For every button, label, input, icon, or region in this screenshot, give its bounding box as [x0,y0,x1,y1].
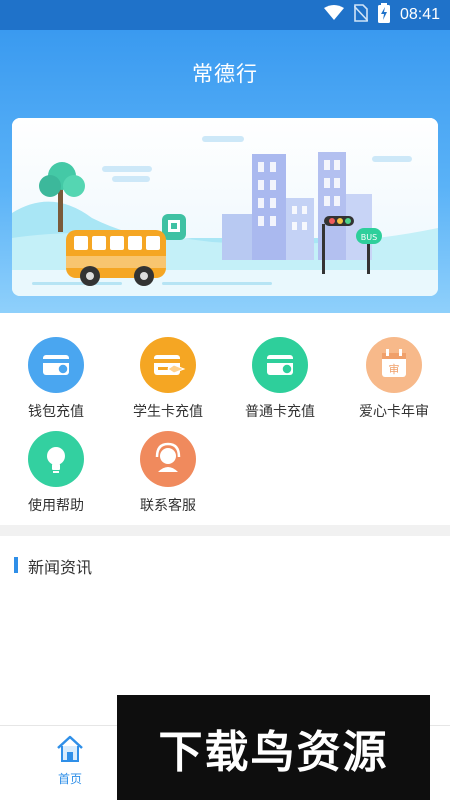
header: 常德行 BUS [0,30,450,313]
page-title: 常德行 [192,62,258,86]
bus-stop-sign: BUS [361,233,377,242]
normal-card-recharge-button[interactable]: 普通卡充值 [224,337,336,421]
student-card-icon [140,337,196,393]
wallet-recharge-button[interactable]: 钱包充值 [0,337,112,421]
status-time: 08:41 [399,6,440,23]
normal-card-icon [252,337,308,393]
city-bus-banner[interactable]: BUS [12,118,438,296]
section-divider [0,525,450,536]
status-bar: 08:41 [0,0,450,30]
student-card-recharge-button[interactable]: 学生卡充值 [112,337,224,421]
watermark-overlay: 下载鸟资源 [117,695,430,800]
menu-label: 钱包充值 [28,404,84,420]
customer-service-button[interactable]: 联系客服 [112,431,224,515]
wallet-card-icon [28,337,84,393]
news-title: 新闻资讯 [28,558,93,577]
audit-badge-text: 审 [389,362,400,376]
no-sim-icon [353,4,369,26]
tab-home[interactable]: 首页 [30,734,110,787]
menu-label: 联系客服 [140,498,196,514]
quick-menu: 钱包充值 学生卡充值 普通卡充值 审 爱心卡年审 使用帮助 联系客服 [0,313,450,525]
menu-label: 爱心卡年审 [359,404,429,420]
calendar-audit-icon: 审 [366,337,422,393]
menu-label: 使用帮助 [28,498,84,514]
battery-charging-icon [377,3,390,27]
news-accent-bar [14,557,18,573]
menu-label: 普通卡充值 [245,404,315,420]
home-icon [54,735,86,768]
tab-home-label: 首页 [57,772,82,786]
menu-label: 学生卡充值 [133,404,203,420]
bus-illustration [66,230,166,286]
wifi-icon [323,5,344,25]
customer-service-icon [140,431,196,487]
help-button[interactable]: 使用帮助 [0,431,112,515]
love-card-audit-button[interactable]: 审 爱心卡年审 [338,337,450,421]
lightbulb-icon [28,431,84,487]
